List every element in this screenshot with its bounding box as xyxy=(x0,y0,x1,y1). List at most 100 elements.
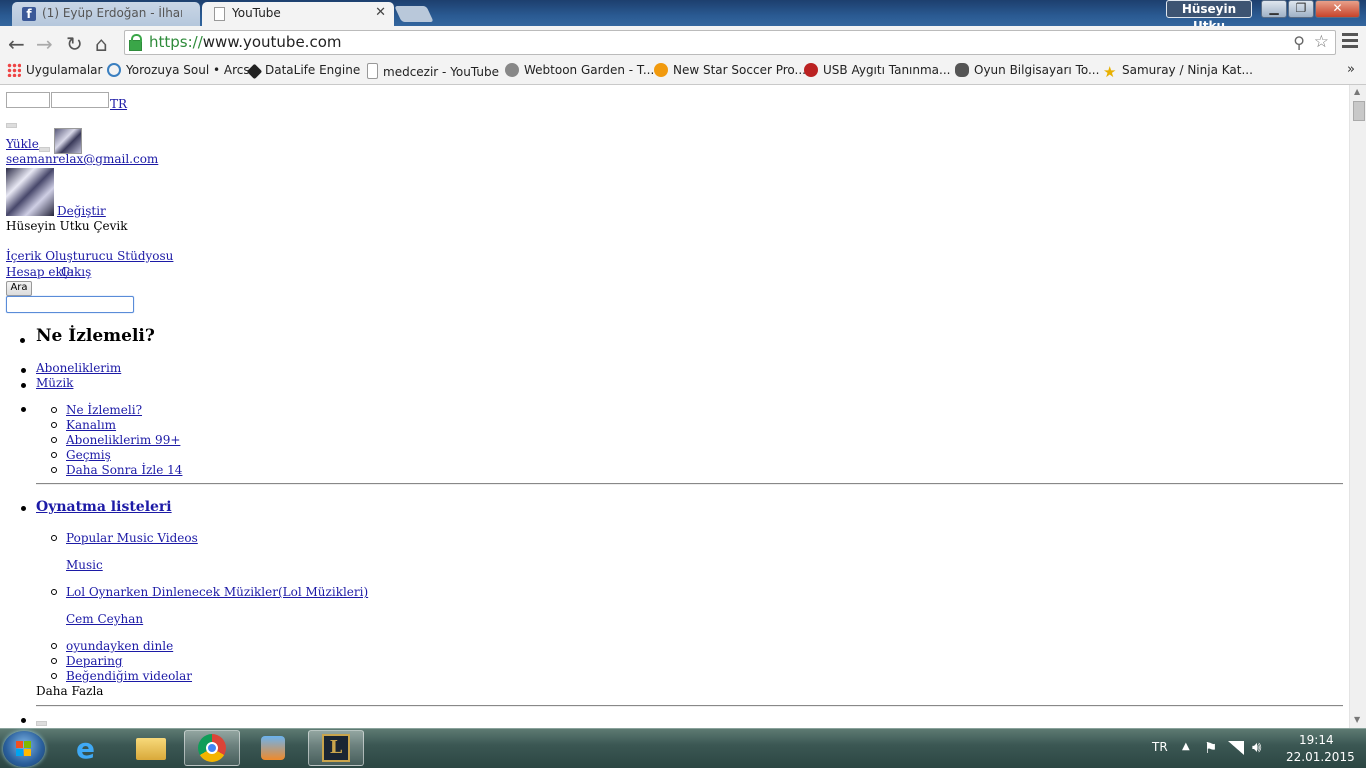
nav-subscriptions[interactable]: Aboneliklerim xyxy=(36,361,121,376)
logout-link[interactable]: Çıkış xyxy=(61,265,91,280)
action-center-icon[interactable]: ⚑ xyxy=(1204,739,1217,757)
profile-button[interactable]: Hüseyin Utku xyxy=(1166,0,1252,33)
upload-link[interactable]: Yükle xyxy=(6,137,39,152)
creator-studio-link[interactable]: İçerik Oluşturucu Stüdyosu xyxy=(6,249,173,264)
back-icon[interactable]: ← xyxy=(8,32,25,56)
document-icon xyxy=(367,63,378,79)
page-viewport: TR Yükle seamanrelax@gmail.com Değiştir … xyxy=(0,85,1349,728)
show-hidden-icons-icon[interactable]: ▲ xyxy=(1182,741,1190,752)
league-of-legends-icon[interactable]: L xyxy=(308,730,364,766)
bookmark-medcezir[interactable]: medcezir - YouTube xyxy=(367,63,499,79)
playlist-link[interactable]: oyundayken dinle xyxy=(66,639,173,654)
tab-youtube[interactable]: YouTube ✕ xyxy=(202,2,394,26)
close-window-button[interactable]: ✕ xyxy=(1315,0,1360,18)
playlists-heading-link[interactable]: Oynatma listeleri xyxy=(36,500,172,515)
list-bullet xyxy=(21,506,26,511)
tab-title: YouTube xyxy=(232,6,281,20)
guide-footer-button[interactable] xyxy=(36,721,47,726)
spiral-icon xyxy=(107,63,121,77)
reload-icon[interactable]: ↻ xyxy=(66,32,83,56)
bookmarks-more-icon[interactable]: » xyxy=(1347,62,1355,77)
list-bullet xyxy=(51,658,57,664)
list-bullet xyxy=(51,589,57,595)
apps-grid-icon xyxy=(7,63,21,77)
guide-button[interactable] xyxy=(6,123,17,128)
clock-date[interactable]: 22.01.2015 xyxy=(1286,750,1355,764)
bookmark-star-icon[interactable]: ☆ xyxy=(1314,32,1329,52)
section-title: Ne İzlemeli? xyxy=(36,326,155,346)
minimize-button[interactable]: ▁ xyxy=(1261,0,1287,18)
chrome-icon[interactable] xyxy=(184,730,240,766)
browser-toolbar: ← → ↻ ⌂ https://www.youtube.com ⚲ ☆ xyxy=(0,26,1366,58)
playlist-link[interactable]: Lol Oynarken Dinlenecek Müzikler(Lol Müz… xyxy=(66,585,368,600)
nav-what-to-watch[interactable]: Ne İzlemeli? xyxy=(66,403,142,418)
list-bullet xyxy=(21,368,26,373)
language-indicator[interactable]: TR xyxy=(1152,740,1168,754)
language-link[interactable]: TR xyxy=(110,97,127,112)
show-more-label[interactable]: Daha Fazla xyxy=(36,684,103,699)
list-bullet xyxy=(51,467,57,473)
playlist-owner-link[interactable]: Cem Ceyhan xyxy=(66,612,143,627)
bookmark-datalife[interactable]: DataLife Engine xyxy=(246,63,360,80)
close-tab-icon[interactable]: ✕ xyxy=(375,5,386,20)
logo-image-placeholder[interactable] xyxy=(6,92,50,108)
bookmark-webtoon[interactable]: Webtoon Garden - T... xyxy=(505,63,654,77)
search-button[interactable]: Ara xyxy=(6,281,32,296)
list-bullet xyxy=(51,422,57,428)
list-bullet xyxy=(51,673,57,679)
bookmark-usb[interactable]: USB Aygıtı Tanınma... xyxy=(804,63,950,77)
nav-my-channel[interactable]: Kanalım xyxy=(66,418,116,433)
restore-button[interactable]: ❐ xyxy=(1288,0,1314,18)
address-bar[interactable]: https://www.youtube.com ⚲ ☆ xyxy=(124,30,1336,55)
playlist-link[interactable]: Deparing xyxy=(66,654,123,669)
scroll-down-icon[interactable]: ▼ xyxy=(1354,715,1360,724)
media-player-icon[interactable] xyxy=(245,730,301,766)
divider xyxy=(36,705,1343,707)
home-icon[interactable]: ⌂ xyxy=(95,32,108,56)
bookmark-samuray[interactable]: ★ Samuray / Ninja Kat... xyxy=(1103,63,1253,80)
list-bullet xyxy=(51,407,57,413)
file-explorer-icon[interactable] xyxy=(122,730,178,766)
list-bullet xyxy=(21,718,26,723)
internet-explorer-icon[interactable]: e xyxy=(62,730,118,766)
gamepad-icon xyxy=(955,63,969,77)
nav-music[interactable]: Müzik xyxy=(36,376,73,391)
playlist-owner-link[interactable]: Music xyxy=(66,558,103,573)
scroll-up-icon[interactable]: ▲ xyxy=(1354,87,1360,96)
bookmark-oyun[interactable]: Oyun Bilgisayarı To... xyxy=(955,63,1099,77)
webtoon-icon xyxy=(505,63,519,77)
network-icon[interactable] xyxy=(1228,741,1244,755)
nav-watch-later[interactable]: Daha Sonra İzle 14 xyxy=(66,463,182,478)
zoom-icon[interactable]: ⚲ xyxy=(1293,33,1305,52)
bookmark-yorozuya[interactable]: Yorozuya Soul • Arcs xyxy=(107,63,250,77)
windows-taskbar: e L TR ▲ ⚑ 🔊︎ 19:14 22.01.2015 xyxy=(0,728,1366,768)
search-input[interactable] xyxy=(6,296,134,313)
start-button[interactable] xyxy=(3,731,45,767)
avatar[interactable] xyxy=(54,128,82,154)
chrome-menu-icon[interactable] xyxy=(1342,33,1358,51)
playlist-link[interactable]: Popular Music Videos xyxy=(66,531,198,546)
bookmark-newstar[interactable]: New Star Soccer Pro... xyxy=(654,63,806,77)
tab-facebook[interactable]: f (1) Eyüp Erdoğan - İlham xyxy=(12,2,200,26)
volume-icon[interactable]: 🔊︎ xyxy=(1252,738,1261,756)
url-text: https://www.youtube.com xyxy=(149,33,342,51)
lock-icon xyxy=(129,34,142,51)
list-bullet xyxy=(21,407,26,412)
account-email-link[interactable]: seamanrelax@gmail.com xyxy=(6,152,158,167)
list-bullet xyxy=(51,452,57,458)
change-avatar-link[interactable]: Değiştir xyxy=(57,204,106,219)
scroll-thumb[interactable] xyxy=(1353,101,1365,121)
vertical-scrollbar[interactable]: ▲ ▼ xyxy=(1349,85,1366,728)
tab-title: (1) Eyüp Erdoğan - İlham xyxy=(42,6,182,20)
nav-history[interactable]: Geçmiş xyxy=(66,448,111,463)
forward-icon[interactable]: → xyxy=(36,32,53,56)
facebook-icon: f xyxy=(22,7,36,21)
clock-time[interactable]: 19:14 xyxy=(1299,733,1334,747)
usb-icon xyxy=(804,63,818,77)
bookmark-apps[interactable]: Uygulamalar xyxy=(7,63,102,77)
new-tab-button[interactable] xyxy=(394,6,434,22)
user-name: Hüseyin Utku Çevik xyxy=(6,219,128,233)
datalife-icon xyxy=(246,63,263,80)
nav-my-subscriptions[interactable]: Aboneliklerim 99+ xyxy=(66,433,180,448)
playlist-link[interactable]: Beğendiğim videolar xyxy=(66,669,192,684)
